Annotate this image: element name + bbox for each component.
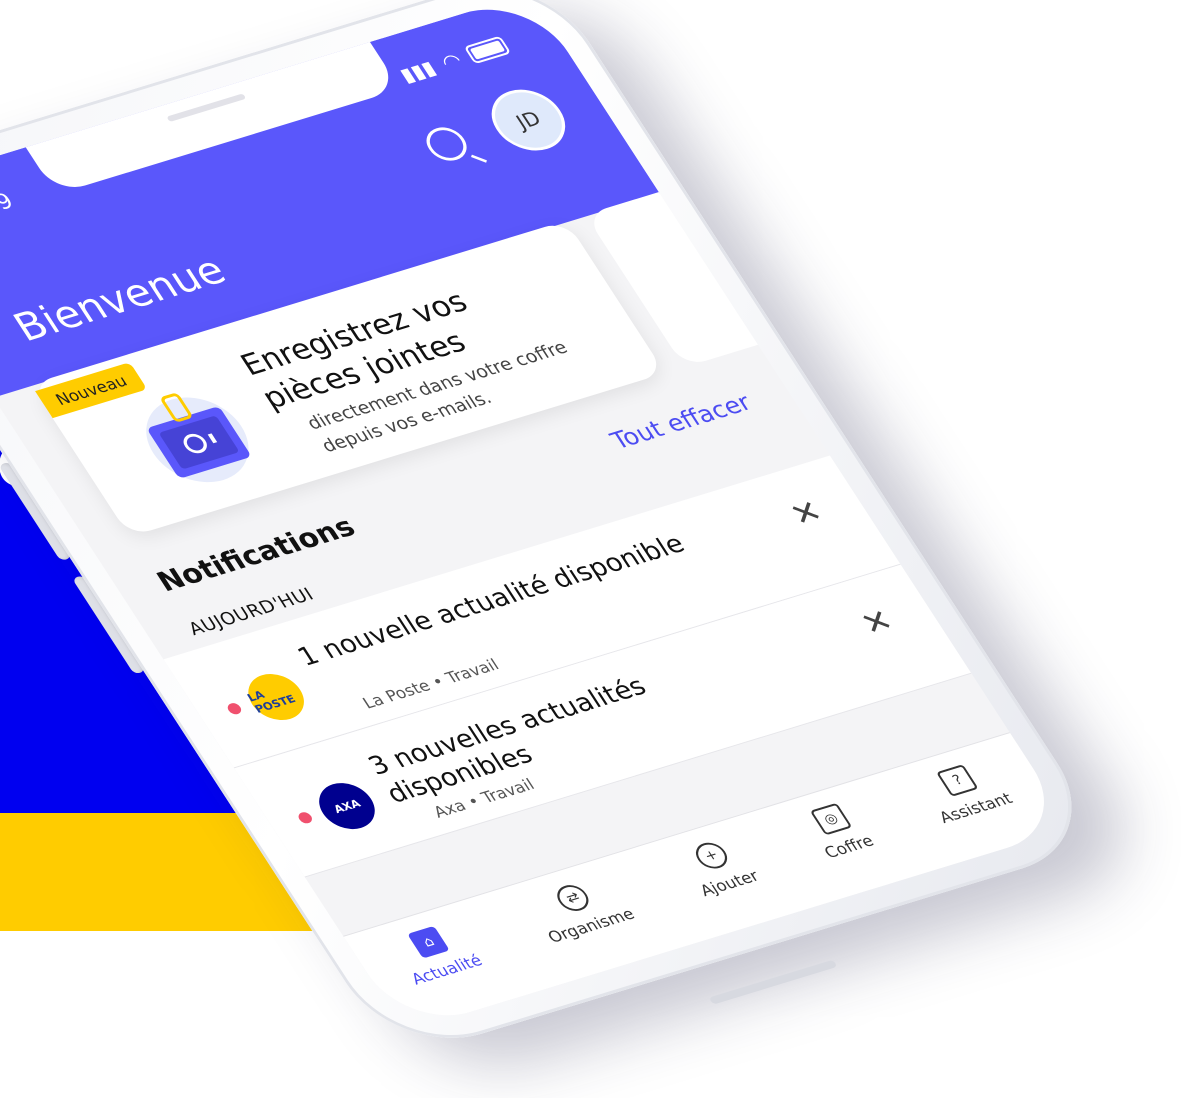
tab-actualite[interactable]: ⌂ Actualité [387, 920, 486, 989]
avatar[interactable]: JD [478, 81, 579, 159]
tab-coffre[interactable]: ◎ Coffre [800, 800, 877, 862]
signal-icon: ▮▮▮ [395, 55, 441, 87]
battery-icon [463, 35, 512, 65]
tab-ajouter[interactable]: + Ajouter [676, 835, 763, 900]
phone-speaker [166, 93, 247, 122]
search-icon[interactable] [419, 123, 474, 165]
tab-label: Actualité [407, 950, 486, 989]
tab-label: Ajouter [696, 866, 763, 900]
notifications-title: Notifications [150, 510, 362, 598]
phone-lightning-port [708, 959, 838, 1005]
status-icons: ▮▮▮ ◠ [395, 34, 512, 87]
status-time: 11:09 [0, 189, 19, 230]
unread-dot [296, 810, 315, 825]
home-icon: ⌂ [407, 925, 451, 959]
la-poste-logo-icon: LA POSTE [238, 667, 315, 727]
unread-dot [225, 701, 244, 716]
tab-label: Assistant [935, 788, 1016, 827]
clear-all-link[interactable]: Tout effacer [606, 389, 757, 455]
tab-label: Organisme [543, 904, 639, 947]
tab-label: Coffre [820, 831, 878, 862]
safe-icon: ◎ [809, 802, 853, 836]
avatar-initials: JD [511, 106, 546, 134]
plus-icon: + [690, 839, 733, 872]
axa-logo-icon: AXA [308, 776, 386, 836]
tab-organisme[interactable]: ⇄ Organisme [524, 873, 639, 947]
organism-icon: ⇄ [551, 881, 595, 915]
help-icon: ? [936, 764, 980, 797]
wifi-icon: ◠ [436, 47, 467, 75]
close-icon[interactable]: ✕ [782, 493, 829, 534]
close-icon[interactable]: ✕ [853, 602, 900, 643]
tab-assistant[interactable]: ? Assistant [915, 757, 1016, 827]
